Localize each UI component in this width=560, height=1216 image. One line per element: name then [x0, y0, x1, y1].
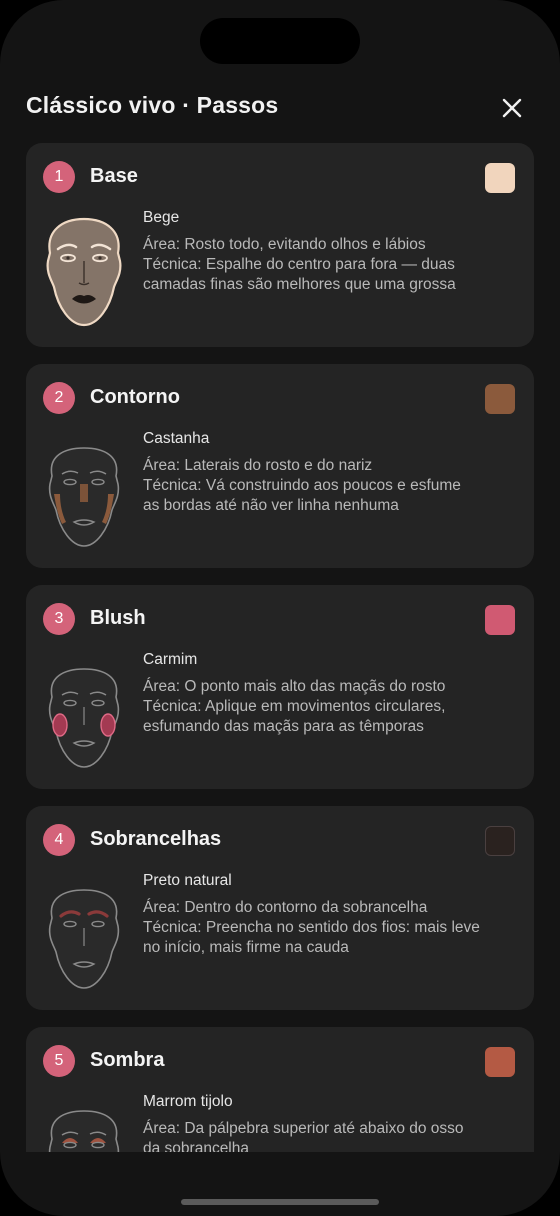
step-number-badge: 3 — [43, 603, 75, 635]
step-card-sombra[interactable]: 5 Sombra Marrom tijolo Área: Da pálpebra… — [26, 1027, 534, 1152]
color-name: Marrom tijolo — [143, 1093, 233, 1110]
home-indicator[interactable] — [181, 1199, 379, 1205]
step-title: Base — [90, 165, 138, 187]
technique-text: Técnica: Preencha no sentido dos fios: m… — [143, 919, 480, 936]
color-swatch[interactable] — [485, 163, 515, 193]
color-swatch[interactable] — [485, 1047, 515, 1077]
step-card-contorno[interactable]: 2 Contorno Castanha Área: Laterais do ro… — [26, 364, 534, 568]
step-title: Contorno — [90, 386, 180, 408]
color-name: Carmim — [143, 651, 198, 668]
step-description: Área: O ponto mais alto das maçãs do ros… — [143, 677, 523, 737]
page-title: Clássico vivo · Passos — [26, 92, 279, 118]
step-description: Área: Dentro do contorno da sobrancelha … — [143, 898, 523, 958]
step-description: Área: Laterais do rosto e do nariz Técni… — [143, 456, 523, 516]
step-number-badge: 4 — [43, 824, 75, 856]
step-number-badge: 2 — [43, 382, 75, 414]
step-number-badge: 1 — [43, 161, 75, 193]
technique-text-cont: camadas finas são melhores que uma gross… — [143, 276, 456, 293]
step-card-sobrancelhas[interactable]: 4 Sobrancelhas Preto natural Área: Dentr… — [26, 806, 534, 1010]
color-swatch[interactable] — [485, 826, 515, 856]
area-text: Área: Rosto todo, evitando olhos e lábio… — [143, 236, 426, 253]
technique-text: Técnica: Vá construindo aos poucos e esf… — [143, 477, 461, 494]
technique-text: da sobrancelha — [143, 1140, 249, 1152]
technique-text-cont: no início, mais firme na cauda — [143, 939, 349, 956]
step-description: Área: Rosto todo, evitando olhos e lábio… — [143, 235, 523, 295]
area-text: Área: Da pálpebra superior até abaixo do… — [143, 1120, 464, 1137]
area-text: Área: O ponto mais alto das maçãs do ros… — [143, 678, 446, 695]
face-contour-illustration — [48, 447, 120, 547]
color-swatch[interactable] — [485, 605, 515, 635]
step-number-badge: 5 — [43, 1045, 75, 1077]
dynamic-island — [200, 18, 360, 64]
close-button[interactable] — [494, 90, 530, 126]
color-name: Bege — [143, 209, 180, 226]
color-name: Preto natural — [143, 872, 232, 889]
step-description: Área: Da pálpebra superior até abaixo do… — [143, 1119, 523, 1152]
area-text: Área: Laterais do rosto e do nariz — [143, 457, 373, 474]
face-base-illustration — [46, 217, 122, 327]
step-title: Sobrancelhas — [90, 828, 222, 850]
step-card-blush[interactable]: 3 Blush Carmim Área: O ponto mais alto d… — [26, 585, 534, 789]
color-swatch[interactable] — [485, 384, 515, 414]
technique-text-cont: esfumando das maçãs para as têmporas — [143, 718, 424, 735]
technique-text-cont: as bordas até não ver linha nenhuma — [143, 497, 399, 514]
phone-screen: Clássico vivo · Passos 1 Base Bege Área:… — [0, 0, 560, 1216]
step-card-base[interactable]: 1 Base Bege Área: Rosto todo, evitando o… — [26, 143, 534, 347]
face-brows-illustration — [48, 889, 120, 989]
area-text: Área: Dentro do contorno da sobrancelha — [143, 899, 428, 916]
face-blush-illustration — [48, 668, 120, 768]
color-name: Castanha — [143, 430, 210, 447]
step-title: Sombra — [90, 1049, 165, 1071]
steps-list[interactable]: 1 Base Bege Área: Rosto todo, evitando o… — [26, 143, 534, 1152]
step-title: Blush — [90, 607, 146, 629]
face-eyeshadow-illustration — [48, 1110, 120, 1152]
close-icon — [502, 98, 522, 118]
technique-text: Técnica: Espalhe do centro para fora — d… — [143, 256, 455, 273]
technique-text: Técnica: Aplique em movimentos circulare… — [143, 698, 446, 715]
